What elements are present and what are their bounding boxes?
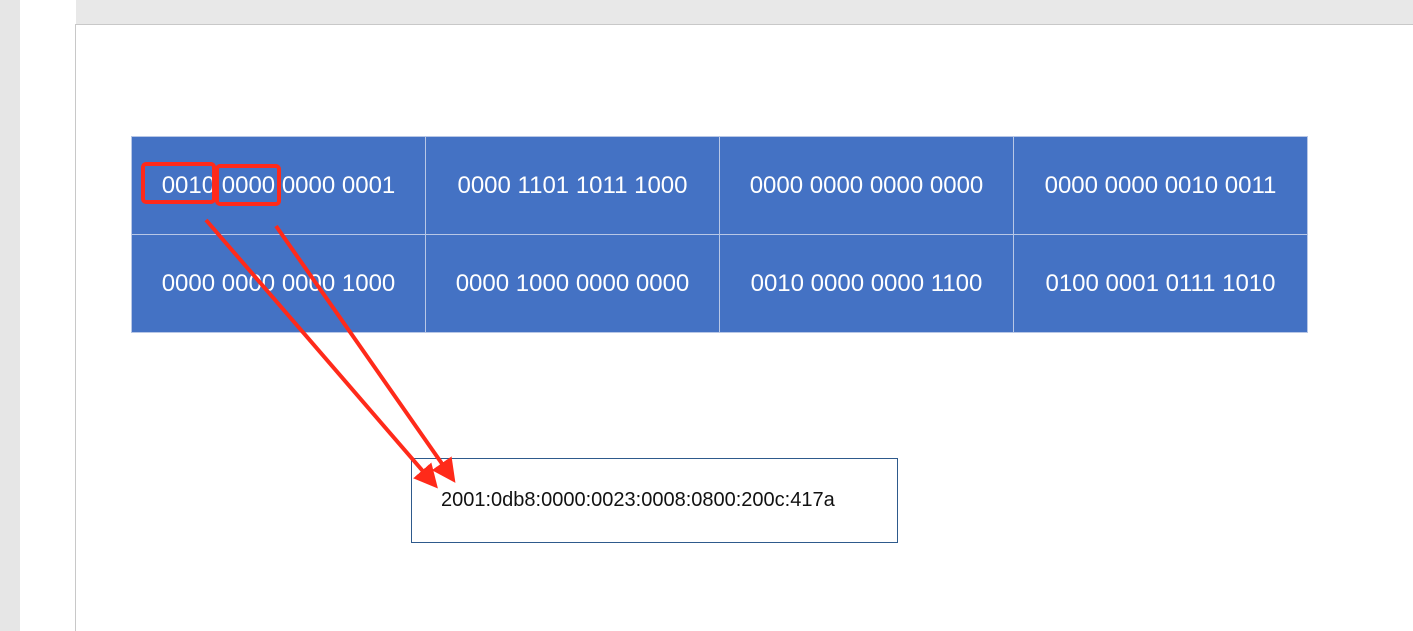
ipv6-result-box: 2001:0db8:0000:0023:0008:0800:200c:417a — [411, 458, 898, 543]
table-cell: 0000 0000 0010 0011 — [1013, 136, 1308, 235]
binary-table: 0010 0000 0000 0001 0000 1101 1011 1000 … — [131, 136, 1308, 333]
table-cell: 0000 0000 0000 1000 — [131, 234, 426, 333]
table-cell: 0010 0000 0000 1100 — [719, 234, 1014, 333]
editor-gutter — [20, 0, 76, 631]
table-cell: 0100 0001 0111 1010 — [1013, 234, 1308, 333]
table-cell: 0000 0000 0000 0000 — [719, 136, 1014, 235]
table-cell: 0000 1000 0000 0000 — [425, 234, 720, 333]
editor-left-strip — [0, 0, 20, 631]
table-row: 0010 0000 0000 0001 0000 1101 1011 1000 … — [131, 136, 1308, 235]
table-cell: 0010 0000 0000 0001 — [131, 136, 426, 235]
table-row: 0000 0000 0000 1000 0000 1000 0000 0000 … — [131, 234, 1308, 333]
ipv6-address-text: 2001:0db8:0000:0023:0008:0800:200c:417a — [441, 489, 835, 511]
table-cell: 0000 1101 1011 1000 — [425, 136, 720, 235]
